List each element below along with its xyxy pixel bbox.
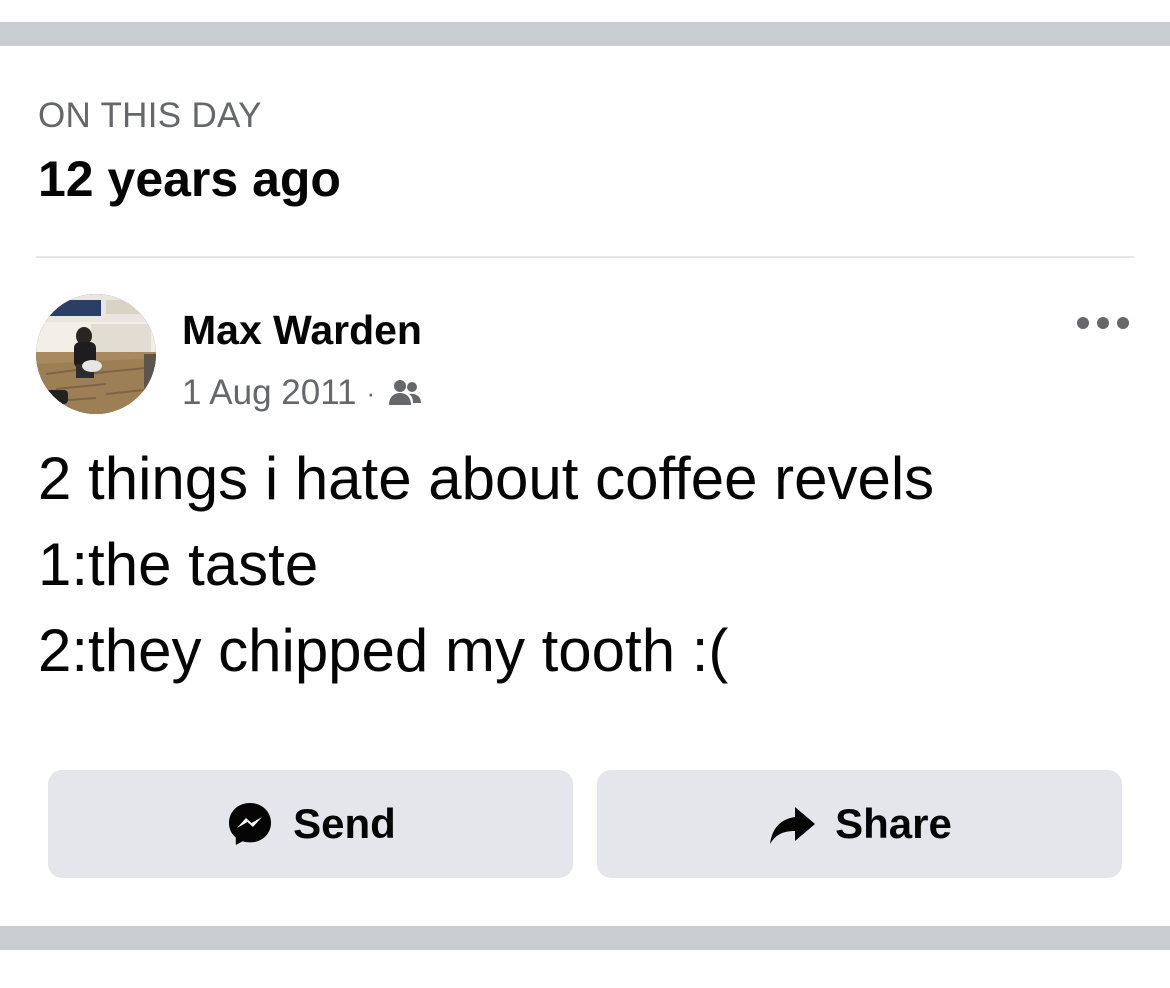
share-arrow-icon: [770, 807, 816, 844]
avatar[interactable]: [36, 294, 156, 414]
more-dot: [1097, 317, 1109, 329]
post-meta: 1 Aug 2011 ·: [182, 372, 423, 414]
send-button-label: Send: [293, 800, 396, 847]
memory-title: 12 years ago: [38, 151, 341, 207]
avatar-photo: [36, 294, 156, 414]
post-date[interactable]: 1 Aug 2011: [182, 373, 357, 413]
bottom-separator-band: [0, 926, 1170, 950]
memory-section-label: ON THIS DAY: [38, 96, 262, 135]
author-name[interactable]: Max Warden: [182, 307, 422, 354]
meta-separator: ·: [366, 377, 376, 408]
more-dot: [1077, 317, 1089, 329]
messenger-icon: [229, 803, 272, 845]
post-text-line: 2 things i hate about coffee revels: [38, 445, 935, 512]
memory-card-screen: ON THIS DAY 12 years ago Max Warden 1 Au…: [0, 0, 1170, 988]
more-options-icon[interactable]: [1077, 310, 1129, 336]
top-separator-band: [0, 22, 1170, 46]
post-text-line: 1:the taste: [38, 531, 319, 598]
header-divider: [36, 256, 1134, 258]
share-button[interactable]: Share: [597, 770, 1122, 878]
more-dot: [1117, 317, 1129, 329]
post-text-line: 2:they chipped my tooth :(: [38, 617, 729, 684]
share-button-label: Share: [835, 800, 952, 847]
friends-icon[interactable]: [387, 375, 423, 411]
send-button[interactable]: Send: [48, 770, 573, 878]
post-text: 2 things i hate about coffee revels 1:th…: [38, 436, 934, 694]
